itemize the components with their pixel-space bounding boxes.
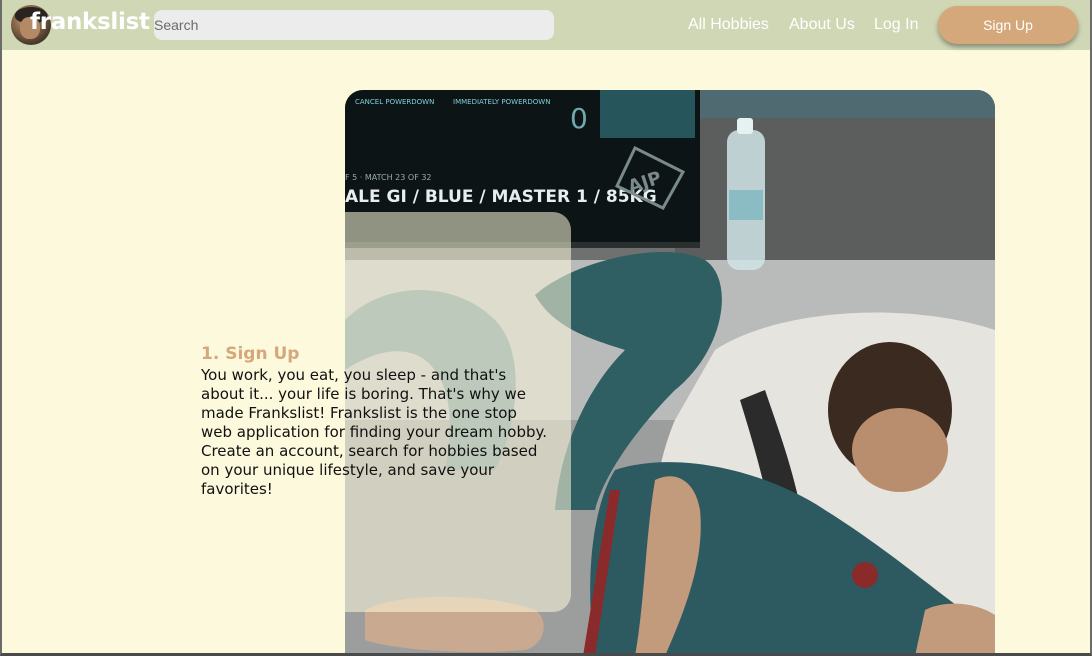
scoreboard-match-text: F 5 · MATCH 23 OF 32 xyxy=(345,173,432,182)
gi-patch xyxy=(852,562,878,588)
card-title: 1. Sign Up xyxy=(201,344,300,364)
bottle-cap xyxy=(737,118,753,134)
nav-all-hobbies[interactable]: All Hobbies xyxy=(688,16,769,34)
signup-button[interactable]: Sign Up xyxy=(938,6,1078,44)
nav-log-in[interactable]: Log In xyxy=(874,16,918,34)
scoreboard-division-text: ALE GI / BLUE / MASTER 1 / 85KG xyxy=(345,187,657,207)
scoreboard-score: 0 xyxy=(570,102,588,135)
scoreboard-immediate-text: IMMEDIATELY POWERDOWN xyxy=(453,98,550,106)
search-input[interactable] xyxy=(154,10,554,40)
nav-about-us[interactable]: About Us xyxy=(789,16,855,34)
fighter-hand xyxy=(915,603,995,656)
bottle-label xyxy=(729,190,763,220)
card-body: You work, you eat, you sleep - and that'… xyxy=(201,366,548,498)
fighter-face xyxy=(852,408,948,492)
brand-name[interactable]: frankslist xyxy=(30,9,150,35)
navbar: frankslist All Hobbies About Us Log In S… xyxy=(0,0,1092,50)
scoreboard-cancel-text: CANCEL POWERDOWN xyxy=(355,98,434,106)
info-card: 1. Sign Up You work, you eat, you sleep … xyxy=(171,212,571,612)
